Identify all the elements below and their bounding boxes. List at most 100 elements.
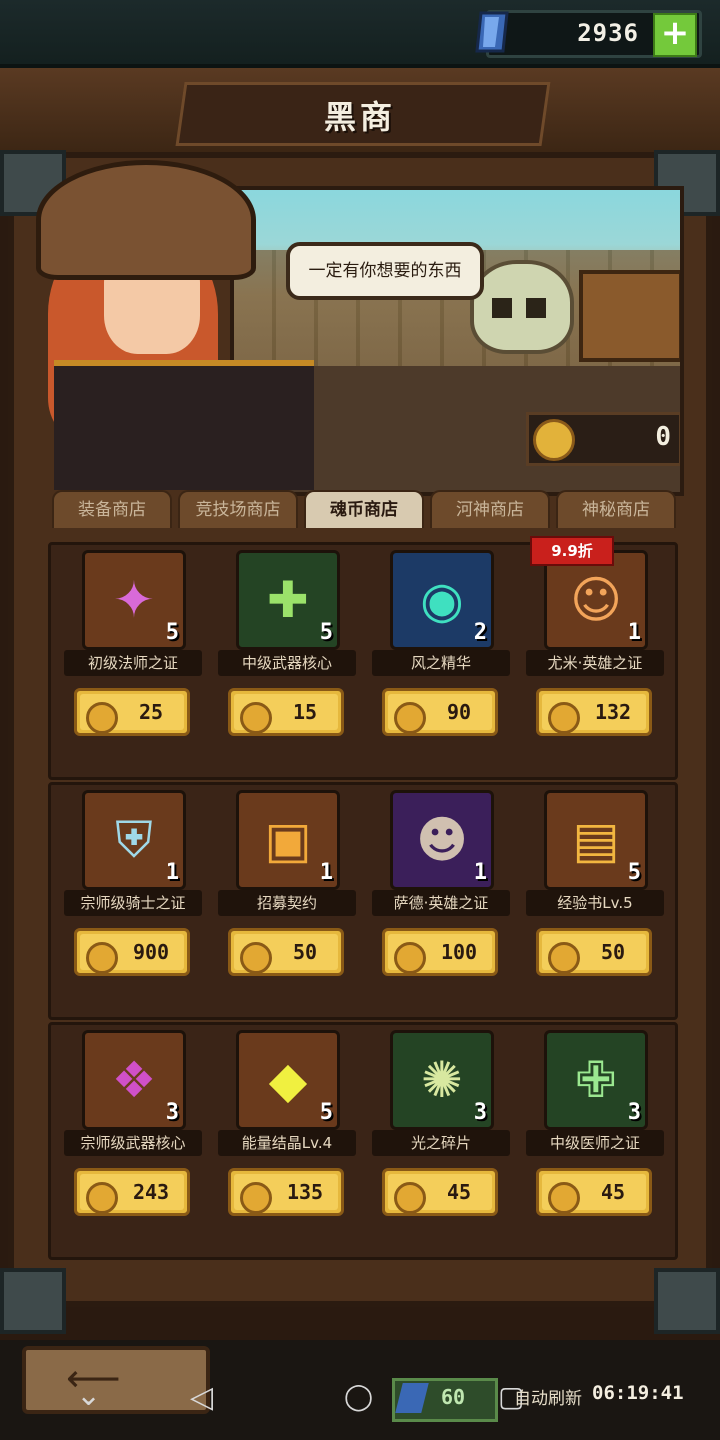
nav-back-icon[interactable]: ◁ — [190, 1380, 213, 1415]
top-bar: 2936 + — [0, 0, 720, 68]
shop-item[interactable]: ✙ 3 中级医师之证 45 — [526, 1030, 664, 1226]
item-quantity: 2 — [473, 620, 487, 645]
item-quantity: 5 — [627, 860, 641, 885]
buy-button[interactable]: 132 — [536, 688, 652, 736]
buy-button[interactable]: 15 — [228, 688, 344, 736]
buy-button-face: 45 — [388, 1174, 492, 1214]
item-name: 萨德·英雄之证 — [372, 890, 510, 916]
shop-item[interactable]: ✺ 3 光之碎片 45 — [372, 1030, 510, 1226]
item-icon-box[interactable]: ◆ 5 — [236, 1030, 340, 1130]
item-icon-box[interactable]: ⛨ 1 — [82, 790, 186, 890]
shop-item[interactable]: ❖ 3 宗师级武器核心 243 — [64, 1030, 202, 1226]
item-price: 100 — [440, 940, 478, 964]
shop-item[interactable]: ☻ 1 萨德·英雄之证 100 — [372, 790, 510, 986]
soul-coin-icon — [548, 1182, 580, 1214]
buy-button-face: 45 — [542, 1174, 646, 1214]
item-quantity: 1 — [627, 620, 641, 645]
gem-count: 2936 — [577, 19, 639, 47]
shop-item[interactable]: ▤ 5 经验书Lv.5 50 — [526, 790, 664, 986]
tab-soul-coin-shop[interactable]: 魂币商店 — [304, 490, 424, 528]
buy-button[interactable]: 100 — [382, 928, 498, 976]
bottom-bar: ⟵ ⌄ ◁ ◯ 60 ▢ 自动刷新 06:19:41 — [0, 1340, 720, 1440]
item-price: 132 — [594, 700, 632, 724]
item-name: 风之精华 — [372, 650, 510, 676]
soul-coin-icon — [86, 1182, 118, 1214]
item-icon-box[interactable]: ☻ 1 — [390, 790, 494, 890]
soul-coin-count: 0 — [655, 422, 671, 452]
skull-icon — [470, 260, 574, 354]
merchant-speech-bubble: 一定有你想要的东西 — [286, 242, 484, 300]
treasure-chest-icon — [579, 270, 680, 362]
buy-button[interactable]: 50 — [228, 928, 344, 976]
item-icon-box[interactable]: ❖ 3 — [82, 1030, 186, 1130]
soul-coin-icon — [394, 702, 426, 734]
buy-button[interactable]: 90 — [382, 688, 498, 736]
item-price: 90 — [446, 700, 472, 724]
item-icon-box[interactable]: ✦ 5 — [82, 550, 186, 650]
buy-button-face: 135 — [234, 1174, 338, 1214]
back-button[interactable]: ⟵ — [22, 1346, 210, 1414]
buy-button[interactable]: 50 — [536, 928, 652, 976]
nav-home-icon[interactable]: ◯ — [344, 1382, 373, 1412]
tab-equipment-shop[interactable]: 装备商店 — [52, 490, 172, 528]
soul-coin-icon — [86, 942, 118, 974]
energy-gem-icon — [395, 1383, 429, 1413]
shop-item[interactable]: ▣ 1 招募契约 50 — [218, 790, 356, 986]
shop-tabs: 装备商店 竞技场商店 魂币商店 河神商店 神秘商店 — [52, 490, 676, 528]
skull-eye — [526, 298, 546, 318]
item-name: 中级武器核心 — [218, 650, 356, 676]
shop-item[interactable]: ◉ 2 风之精华 90 — [372, 550, 510, 746]
pirate-merchant-portrait — [24, 160, 314, 490]
buy-button-face: 100 — [388, 934, 492, 974]
shop-item[interactable]: ⛨ 1 宗师级骑士之证 900 — [64, 790, 202, 986]
tab-river-god-shop[interactable]: 河神商店 — [430, 490, 550, 528]
item-icon-box[interactable]: ✺ 3 — [390, 1030, 494, 1130]
item-quantity: 5 — [319, 1100, 333, 1125]
tab-arena-shop[interactable]: 竞技场商店 — [178, 490, 298, 528]
item-icon-box[interactable]: ▤ 5 — [544, 790, 648, 890]
buy-button[interactable]: 45 — [536, 1168, 652, 1216]
buy-button-face: 132 — [542, 694, 646, 734]
buy-button-face: 15 — [234, 694, 338, 734]
buy-button-face: 50 — [542, 934, 646, 974]
buy-button-face: 900 — [80, 934, 184, 974]
buy-button[interactable]: 25 — [74, 688, 190, 736]
tab-mystery-shop[interactable]: 神秘商店 — [556, 490, 676, 528]
shop-item[interactable]: ◆ 5 能量结晶Lv.4 135 — [218, 1030, 356, 1226]
shop-item[interactable]: ✚ 5 中级武器核心 15 — [218, 550, 356, 746]
item-icon-box[interactable]: ✙ 3 — [544, 1030, 648, 1130]
auto-refresh-label: 自动刷新 — [514, 1389, 582, 1409]
buy-button-face: 90 — [388, 694, 492, 734]
item-price: 25 — [138, 700, 164, 724]
pirate-hat-icon — [36, 160, 256, 280]
buy-button[interactable]: 135 — [228, 1168, 344, 1216]
item-price: 45 — [600, 1180, 626, 1204]
item-price: 45 — [446, 1180, 472, 1204]
item-quantity: 1 — [319, 860, 333, 885]
energy-counter: 60 — [392, 1378, 498, 1422]
shop-item[interactable]: ✦ 5 初级法师之证 25 — [64, 550, 202, 746]
add-gems-button[interactable]: + — [653, 13, 697, 57]
soul-coin-counter: 0 — [526, 412, 680, 466]
item-quantity: 3 — [627, 1100, 641, 1125]
buy-button-face: 25 — [80, 694, 184, 734]
page-title: 黑商 — [323, 98, 396, 136]
nav-down-icon[interactable]: ⌄ — [76, 1378, 101, 1413]
buy-button-face: 50 — [234, 934, 338, 974]
shop-item[interactable]: ☺ 1 9.9折 尤米·英雄之证 132 — [526, 536, 664, 746]
item-icon-box[interactable]: ▣ 1 — [236, 790, 340, 890]
item-icon-box[interactable]: ◉ 2 — [390, 550, 494, 650]
gem-counter: 2936 + — [475, 10, 702, 58]
soul-coin-icon — [394, 1182, 426, 1214]
item-name: 初级法师之证 — [64, 650, 202, 676]
item-quantity: 5 — [165, 620, 179, 645]
buy-button[interactable]: 900 — [74, 928, 190, 976]
item-icon-box[interactable]: ✚ 5 — [236, 550, 340, 650]
item-name: 宗师级武器核心 — [64, 1130, 202, 1156]
soul-coin-icon — [394, 942, 426, 974]
buy-button[interactable]: 45 — [382, 1168, 498, 1216]
buy-button[interactable]: 243 — [74, 1168, 190, 1216]
item-price: 243 — [132, 1180, 170, 1204]
pirate-coat — [54, 360, 314, 490]
item-quantity: 3 — [473, 1100, 487, 1125]
